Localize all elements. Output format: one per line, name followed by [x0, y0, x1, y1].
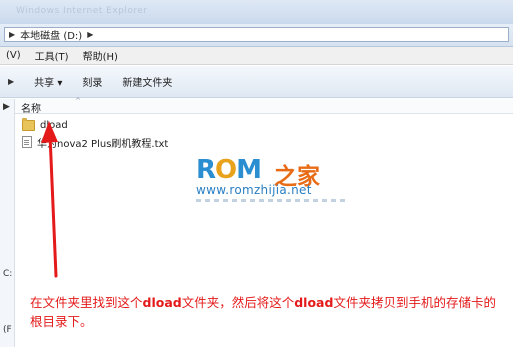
instruction-part2: 文件夹，然后将这个	[181, 295, 295, 310]
instruction-bold1: dload	[142, 295, 182, 310]
instruction-text: 在文件夹里找到这个dload文件夹，然后将这个dload文件夹拷贝到手机的存储卡…	[30, 293, 508, 331]
instruction-bold2: dload	[294, 295, 334, 310]
instruction-part1: 在文件夹里找到这个	[30, 295, 143, 310]
